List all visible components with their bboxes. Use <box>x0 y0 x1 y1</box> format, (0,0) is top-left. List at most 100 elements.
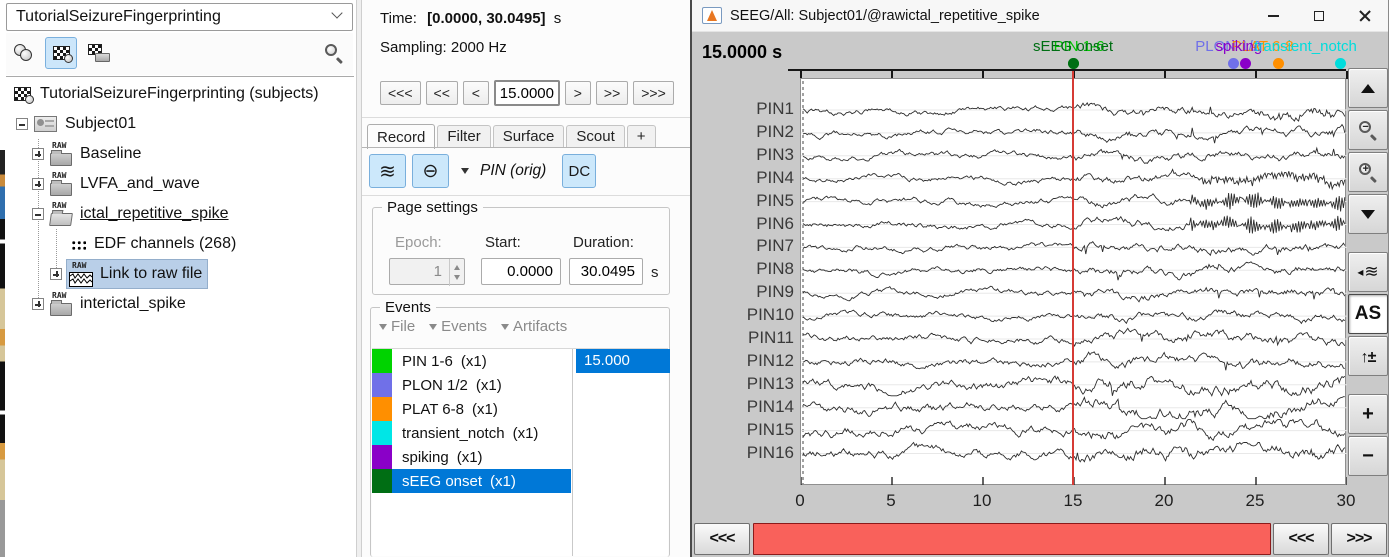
epoch-stepper[interactable]: 1 <box>389 258 465 285</box>
view-functional-by-condition-button[interactable] <box>83 37 115 69</box>
half-page-right-button[interactable]: >>> <box>1331 523 1387 555</box>
duration-input[interactable] <box>569 258 643 285</box>
expand-icon[interactable] <box>32 148 44 160</box>
channel-label-pin12[interactable]: PIN12 <box>696 351 794 371</box>
event-group-row[interactable]: PLAT 6-8 (x1) <box>372 397 571 421</box>
fast-forward-button[interactable]: >> <box>596 81 628 105</box>
scroll-down-button[interactable] <box>1348 194 1388 234</box>
start-time-input[interactable] <box>481 258 561 285</box>
channel-label-pin14[interactable]: PIN14 <box>696 397 794 417</box>
half-page-left-button[interactable]: <<< <box>1273 523 1329 555</box>
dc-removal-button[interactable]: DC <box>562 154 596 188</box>
event-group-row[interactable]: transient_notch (x1) <box>372 421 571 445</box>
time-scrollbar[interactable] <box>753 523 1271 555</box>
event-group-row-selected[interactable]: sEEG onset (x1) <box>372 469 571 493</box>
record-toolbar: PIN (orig) DC <box>369 153 596 189</box>
event-name: PLAT 6-8 <box>402 401 464 418</box>
uniform-scale-button[interactable] <box>412 154 449 188</box>
collapse-icon[interactable] <box>32 208 44 220</box>
channel-label-pin10[interactable]: PIN10 <box>696 305 794 325</box>
channel-label-pin5[interactable]: PIN5 <box>696 191 794 211</box>
close-button[interactable] <box>1342 0 1388 32</box>
channel-label-pin4[interactable]: PIN4 <box>696 168 794 188</box>
tab-scout[interactable]: Scout <box>566 125 624 148</box>
page-left-button[interactable]: <<< <box>694 523 750 555</box>
tree-selection: RAW Link to raw file <box>66 259 208 289</box>
tree-item-baseline[interactable]: RAW Baseline <box>6 139 354 169</box>
expand-icon[interactable] <box>32 298 44 310</box>
tree-item-ictal-repetitive-spike[interactable]: RAW ictal_repetitive_spike <box>6 199 354 229</box>
maximize-button[interactable] <box>1296 0 1342 32</box>
page-back-button[interactable]: <<< <box>380 81 421 105</box>
tree-label: LVFA_and_wave <box>80 175 200 193</box>
tree-item-link-to-raw-file[interactable]: RAW Link to raw file <box>6 259 354 289</box>
step-back-button[interactable]: < <box>463 81 489 105</box>
protocol-selector[interactable]: TutorialSeizureFingerprinting <box>6 3 353 31</box>
event-occurrence-selected[interactable]: 15.000 <box>576 349 670 373</box>
channel-label-pin11[interactable]: PIN11 <box>696 328 794 348</box>
event-group-row[interactable]: spiking (x1) <box>372 445 571 469</box>
zoom-in-button[interactable]: + <box>1348 152 1388 192</box>
gain-mode-button[interactable] <box>1348 336 1388 376</box>
tree-item-interictal-spike[interactable]: RAW interictal_spike <box>6 289 354 319</box>
montage-dropdown-icon[interactable] <box>461 168 469 174</box>
flip-page-button[interactable] <box>1348 252 1388 292</box>
auto-scale-button[interactable]: AS <box>1348 294 1388 334</box>
collapse-icon[interactable] <box>16 118 28 130</box>
channel-label-pin15[interactable]: PIN15 <box>696 420 794 440</box>
search-database-button[interactable] <box>318 37 350 69</box>
current-time-input[interactable] <box>494 80 560 106</box>
display-mode-button[interactable] <box>369 154 406 188</box>
uniform-amplitude-icon <box>423 160 439 183</box>
tab-surface[interactable]: Surface <box>493 125 565 148</box>
menu-file[interactable]: File <box>379 318 415 335</box>
record-tab-panel: Time: [0.0000, 30.0495] s Sampling: 2000… <box>362 0 690 557</box>
channel-label-pin16[interactable]: PIN16 <box>696 443 794 463</box>
channel-label-pin2[interactable]: PIN2 <box>696 122 794 142</box>
tree-item-subject01[interactable]: Subject01 <box>6 109 354 139</box>
scroll-up-button[interactable] <box>1348 68 1388 108</box>
spinner-arrows-icon[interactable] <box>449 259 464 286</box>
tree-item-edf-channels[interactable]: EDF channels (268) <box>6 229 354 259</box>
event-dot-seeg-onset[interactable] <box>1068 58 1079 69</box>
channel-label-pin9[interactable]: PIN9 <box>696 282 794 302</box>
view-functional-by-subject-button[interactable] <box>45 37 77 69</box>
fast-back-button[interactable]: << <box>426 81 458 105</box>
menu-artifacts[interactable]: Artifacts <box>501 318 567 335</box>
tree-item-protocol-root[interactable]: TutorialSeizureFingerprinting (subjects) <box>6 79 354 109</box>
channel-label-pin3[interactable]: PIN3 <box>696 145 794 165</box>
event-dot-transient-notch[interactable] <box>1335 58 1346 69</box>
event-group-row[interactable]: PLON 1/2 (x1) <box>372 373 571 397</box>
event-dot-plat-6-8[interactable] <box>1273 58 1284 69</box>
expand-icon[interactable] <box>50 268 62 280</box>
functional-folder-icon <box>88 44 110 62</box>
increase-gain-button[interactable]: + <box>1348 394 1388 434</box>
channel-label-pin13[interactable]: PIN13 <box>696 374 794 394</box>
decrease-gain-button[interactable]: − <box>1348 436 1388 476</box>
tree-item-lvfa-and-wave[interactable]: RAW LVFA_and_wave <box>6 169 354 199</box>
view-subjects-button[interactable] <box>8 37 40 69</box>
tab-filter[interactable]: Filter <box>437 125 490 148</box>
start-label: Start: <box>485 234 521 251</box>
event-dot-plon-1-2[interactable] <box>1228 58 1239 69</box>
brainstorm-screen: TutorialSeizureFingerprinting TutorialSe… <box>0 0 1389 557</box>
channel-label-pin6[interactable]: PIN6 <box>696 214 794 234</box>
event-color-swatch <box>372 397 392 421</box>
montage-selector[interactable]: PIN (orig) <box>480 162 546 180</box>
channel-label-pin1[interactable]: PIN1 <box>696 99 794 119</box>
epoch-value: 1 <box>434 263 442 280</box>
channel-label-pin7[interactable]: PIN7 <box>696 236 794 256</box>
viewer-titlebar[interactable]: SEEG/All: Subject01/@rawictal_repetitive… <box>692 0 1388 32</box>
event-dot-spiking[interactable] <box>1240 58 1251 69</box>
event-group-row[interactable]: PIN 1-6 (x1) <box>372 349 571 373</box>
zoom-out-button[interactable]: − <box>1348 110 1388 150</box>
channel-label-pin8[interactable]: PIN8 <box>696 259 794 279</box>
step-forward-button[interactable]: > <box>565 81 591 105</box>
tab-record[interactable]: Record <box>367 124 435 149</box>
minimize-button[interactable] <box>1250 0 1296 32</box>
time-cursor[interactable] <box>1072 71 1074 485</box>
expand-icon[interactable] <box>32 178 44 190</box>
tab-add[interactable]: + <box>627 125 656 148</box>
menu-events[interactable]: Events <box>429 318 487 335</box>
page-forward-button[interactable]: >>> <box>633 81 674 105</box>
